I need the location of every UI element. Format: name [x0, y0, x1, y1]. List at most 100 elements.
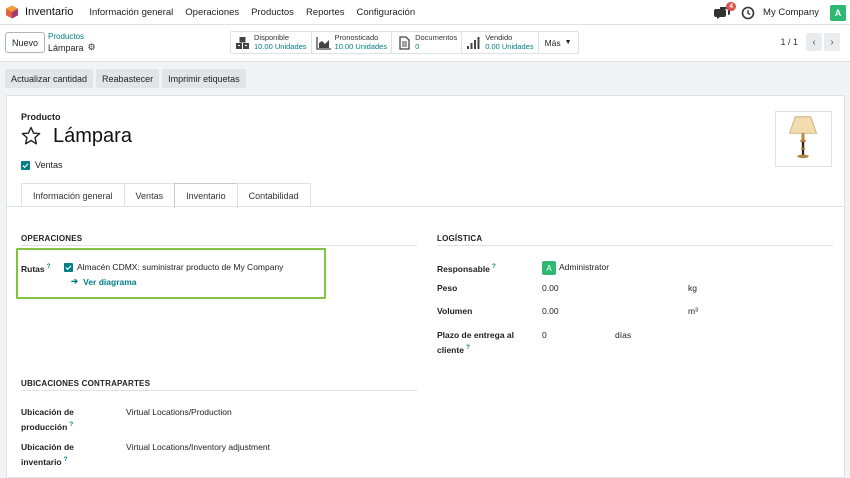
view-diagram-link[interactable]: ➔ Ver diagrama — [71, 276, 137, 287]
form-tabs: Información general Ventas Inventario Co… — [21, 183, 311, 208]
tab-informacion-general[interactable]: Información general — [21, 183, 125, 207]
view-diagram-label: Ver diagrama — [83, 276, 137, 287]
route-label: Almacén CDMX: suministrar producto de My… — [77, 262, 284, 272]
counterpart-section-title: UBICACIONES CONTRAPARTES — [21, 379, 151, 388]
section-divider — [21, 245, 417, 246]
new-button[interactable]: Nuevo — [5, 32, 46, 53]
more-label: Más — [544, 37, 561, 48]
production-location-label-text: producción — [21, 421, 68, 432]
top-navbar: Inventario Información general Operacion… — [0, 0, 850, 25]
chevron-right-icon: › — [830, 36, 834, 48]
help-icon[interactable]: ? — [466, 344, 470, 351]
lead-time-field[interactable]: 0 — [542, 329, 547, 341]
routes-label-text: Rutas — [21, 263, 45, 274]
menu-operaciones[interactable]: Operaciones — [185, 7, 239, 18]
inventory-location-field[interactable]: Virtual Locations/Inventory adjustment — [126, 441, 270, 453]
document-icon — [399, 35, 410, 50]
volume-unit: m³ — [688, 306, 698, 316]
section-divider — [21, 390, 417, 391]
form-sheet: Producto Lámpara Ventas Información gene… — [6, 95, 845, 478]
replenish-button[interactable]: Reabastecer — [96, 69, 160, 88]
logistics-section-title: LOGÍSTICA — [437, 234, 483, 243]
tab-ventas[interactable]: Ventas — [123, 183, 176, 207]
arrow-right-icon: ➔ — [71, 276, 79, 286]
messages-count-badge: 4 — [726, 1, 737, 11]
control-panel: Nuevo Productos Lámpara ⚙ Disponible 10.… — [0, 25, 850, 62]
boxes-icon — [236, 36, 249, 49]
product-image[interactable] — [775, 111, 832, 167]
messages-button[interactable]: 4 — [713, 1, 737, 22]
pager-counter[interactable]: 1 / 1 — [780, 37, 798, 47]
product-name[interactable]: Lámpara — [53, 125, 132, 148]
lead-time-unit: días — [615, 330, 632, 340]
lead-time-label-text: cliente — [437, 344, 464, 355]
gear-icon[interactable]: ⚙ — [88, 42, 96, 53]
help-icon[interactable]: ? — [47, 263, 51, 270]
help-icon[interactable]: ? — [64, 456, 68, 463]
inventory-app-icon[interactable] — [5, 5, 19, 19]
area-chart-icon — [315, 36, 331, 50]
company-switcher[interactable]: My Company — [763, 7, 819, 18]
stat-pronosticado[interactable]: Pronosticado 10.00 Unidades — [311, 32, 393, 53]
weight-field[interactable]: 0.00 — [542, 282, 559, 294]
breadcrumb-parent[interactable]: Productos — [48, 32, 84, 41]
routes-label: Rutas? — [21, 261, 51, 275]
activity-clock-icon[interactable] — [741, 6, 755, 20]
production-location-field[interactable]: Virtual Locations/Production — [126, 406, 232, 418]
next-record-button[interactable]: › — [824, 33, 840, 51]
breadcrumb-current-label: Lámpara — [48, 42, 84, 53]
tabs-divider — [7, 206, 844, 207]
stat-value: 0 — [415, 41, 420, 51]
section-divider — [437, 245, 833, 246]
update-quantity-button[interactable]: Actualizar cantidad — [5, 69, 94, 88]
volume-label: Volumen — [437, 306, 473, 316]
tab-contabilidad[interactable]: Contabilidad — [236, 183, 311, 207]
volume-field[interactable]: 0.00 — [542, 305, 559, 317]
inventory-location-label-line1: Ubicación de — [21, 442, 74, 452]
user-avatar[interactable]: A — [830, 4, 846, 21]
app-name[interactable]: Inventario — [25, 6, 73, 18]
navbar-right: 4 My Company A — [713, 0, 846, 25]
routes-highlight — [16, 248, 326, 299]
route-checkbox[interactable]: Almacén CDMX: suministrar producto de My… — [64, 262, 283, 272]
action-buttons: Actualizar cantidad Reabastecer Imprimir… — [5, 69, 249, 88]
responsible-label-text: Responsable — [437, 263, 490, 274]
stat-vendido[interactable]: Vendido 0.00 Unidades — [462, 32, 539, 53]
stat-value: 0.00 Unidades — [485, 41, 534, 51]
stat-value: 10.00 Unidades — [254, 41, 307, 51]
menu-configuracion[interactable]: Configuración — [357, 7, 416, 18]
weight-label: Peso — [437, 283, 458, 293]
menu-informacion-general[interactable]: Información general — [89, 7, 173, 18]
production-location-label-line1: Ubicación de — [21, 407, 74, 417]
sales-checkbox[interactable]: Ventas — [21, 160, 63, 170]
sales-checkbox-label: Ventas — [35, 160, 63, 170]
weight-unit: kg — [688, 283, 697, 293]
print-labels-button[interactable]: Imprimir etiquetas — [162, 69, 246, 88]
previous-record-button[interactable]: ‹ — [806, 33, 822, 51]
caret-down-icon: ▼ — [564, 39, 572, 46]
tab-inventario[interactable]: Inventario — [174, 183, 238, 208]
product-label: Producto — [21, 112, 61, 122]
chevron-left-icon: ‹ — [812, 36, 816, 48]
stat-documentos[interactable]: Documentos 0 — [392, 32, 463, 53]
production-location-label-line2: producción? — [21, 419, 73, 433]
responsible-label: Responsable? — [437, 261, 496, 275]
avatar: A — [542, 261, 556, 275]
inventory-location-label-text: inventario — [21, 456, 62, 467]
lead-time-label-line1: Plazo de entrega al — [437, 330, 514, 340]
help-icon[interactable]: ? — [69, 421, 73, 428]
lamp-image — [788, 116, 818, 159]
responsible-field[interactable]: Administrator — [559, 261, 609, 273]
stat-disponible[interactable]: Disponible 10.00 Unidades — [231, 32, 312, 53]
menu-reportes[interactable]: Reportes — [306, 7, 345, 18]
checkbox-checked-icon — [64, 262, 73, 272]
help-icon[interactable]: ? — [492, 263, 496, 270]
stat-value: 10.00 Unidades — [334, 41, 388, 51]
menu-productos[interactable]: Productos — [251, 7, 294, 18]
star-icon[interactable] — [21, 126, 41, 146]
stat-label: Documentos — [415, 33, 458, 42]
lead-time-label-line2: cliente? — [437, 342, 470, 356]
more-dropdown[interactable]: Más ▼ — [538, 32, 578, 53]
checkbox-checked-icon — [21, 160, 30, 170]
smart-buttons: Disponible 10.00 Unidades Pronosticado 1… — [230, 31, 579, 54]
